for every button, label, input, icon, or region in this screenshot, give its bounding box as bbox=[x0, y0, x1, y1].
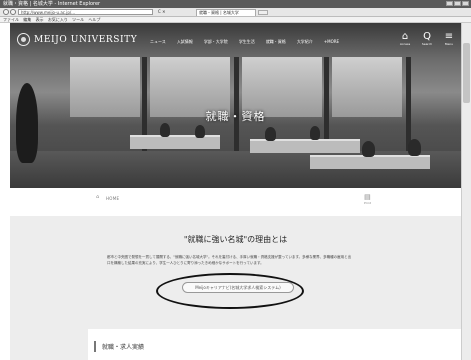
global-nav: ニュース 入試情報 学部・大学院 学生生活 就職・資格 大学紹介 +MORE bbox=[150, 39, 339, 45]
window-controls bbox=[446, 1, 469, 6]
nav-about[interactable]: 大学紹介 bbox=[297, 39, 313, 45]
search-label: Search bbox=[421, 42, 433, 46]
hamburger-icon: ≡ bbox=[444, 31, 454, 42]
back-icon[interactable] bbox=[3, 9, 9, 15]
nav-careers[interactable]: 就職・資格 bbox=[266, 39, 286, 45]
menu-favorites[interactable]: お気に入り bbox=[48, 17, 68, 22]
access-icon: ⌂ bbox=[401, 31, 409, 42]
header-icons: ⌂ Access Q Search ≡ Menu bbox=[398, 31, 456, 46]
section-accent-bar bbox=[94, 341, 96, 352]
results-section: 就職・求人実績 bbox=[88, 329, 461, 360]
nav-admissions[interactable]: 入試情報 bbox=[177, 39, 193, 45]
nav-faculties[interactable]: 学部・大学院 bbox=[204, 39, 228, 45]
window-titlebar: 就職・資格 | 名城大学 - Internet Explorer bbox=[0, 0, 471, 8]
site-logo[interactable]: MEIJO UNIVERSITY bbox=[17, 33, 137, 46]
site-header: MEIJO UNIVERSITY ニュース 入試情報 学部・大学院 学生生活 就… bbox=[10, 23, 461, 57]
nav-news[interactable]: ニュース bbox=[150, 39, 166, 45]
results-section-label: 就職・求人実績 bbox=[102, 344, 145, 351]
new-tab-button[interactable] bbox=[258, 10, 268, 15]
access-button[interactable]: ⌂ Access bbox=[398, 31, 412, 46]
print-icon: ▤ bbox=[364, 193, 371, 201]
maximize-button[interactable] bbox=[454, 1, 461, 6]
nav-student-life[interactable]: 学生生活 bbox=[239, 39, 255, 45]
browser-scrollbar[interactable] bbox=[461, 23, 471, 360]
access-label: Access bbox=[399, 42, 411, 46]
search-button[interactable]: Q Search bbox=[420, 31, 434, 46]
address-bar: http://www.meijo-u.ac.jp/... C ✕ 就職・資格 |… bbox=[0, 8, 471, 17]
url-field[interactable]: http://www.meijo-u.ac.jp/... bbox=[18, 9, 153, 15]
browser-tab[interactable]: 就職・資格 | 名城大学 bbox=[196, 9, 256, 16]
forward-icon[interactable] bbox=[10, 9, 16, 15]
intro-text: 都市と中央圏で発想を一貫して展開する、"就職に強い名城大学"。それを裏付ける、手… bbox=[107, 255, 352, 265]
menu-tools[interactable]: ツール bbox=[72, 17, 84, 22]
close-button[interactable] bbox=[462, 1, 469, 6]
menu-file[interactable]: ファイル bbox=[3, 17, 19, 22]
breadcrumb-bar: ⌂ HOME ▤ Print bbox=[10, 188, 461, 216]
print-label: Print bbox=[364, 201, 371, 205]
menu-label: Menu bbox=[444, 42, 454, 46]
refresh-stop-icons[interactable]: C ✕ bbox=[158, 9, 165, 15]
menu-view[interactable]: 表示 bbox=[36, 17, 44, 22]
menu-help[interactable]: ヘルプ bbox=[88, 17, 100, 22]
menu-button[interactable]: ≡ Menu bbox=[442, 31, 456, 46]
nav-more[interactable]: +MORE bbox=[324, 39, 339, 45]
home-icon[interactable]: ⌂ bbox=[96, 194, 99, 200]
minimize-button[interactable] bbox=[446, 1, 453, 6]
menu-edit[interactable]: 編集 bbox=[23, 17, 31, 22]
scrollbar-thumb[interactable] bbox=[463, 43, 470, 103]
hero-image: MEIJO UNIVERSITY ニュース 入試情報 学部・大学院 学生生活 就… bbox=[10, 23, 461, 188]
university-emblem-icon bbox=[17, 33, 30, 46]
highlight-ellipse bbox=[156, 273, 304, 309]
breadcrumb-home[interactable]: HOME bbox=[106, 196, 119, 201]
window-title: 就職・資格 | 名城大学 - Internet Explorer bbox=[3, 1, 101, 7]
section-heading: "就職に強い名城"の理由とは bbox=[183, 235, 288, 244]
search-icon: Q bbox=[423, 31, 431, 42]
main-content: "就職に強い名城"の理由とは 都市と中央圏で発想を一貫して展開する、"就職に強い… bbox=[10, 216, 461, 360]
logo-text: MEIJO UNIVERSITY bbox=[34, 34, 138, 45]
web-page: MEIJO UNIVERSITY ニュース 入試情報 学部・大学院 学生生活 就… bbox=[10, 23, 461, 360]
page-title: 就職・資格 bbox=[205, 110, 266, 123]
print-button[interactable]: ▤ Print bbox=[364, 193, 371, 205]
